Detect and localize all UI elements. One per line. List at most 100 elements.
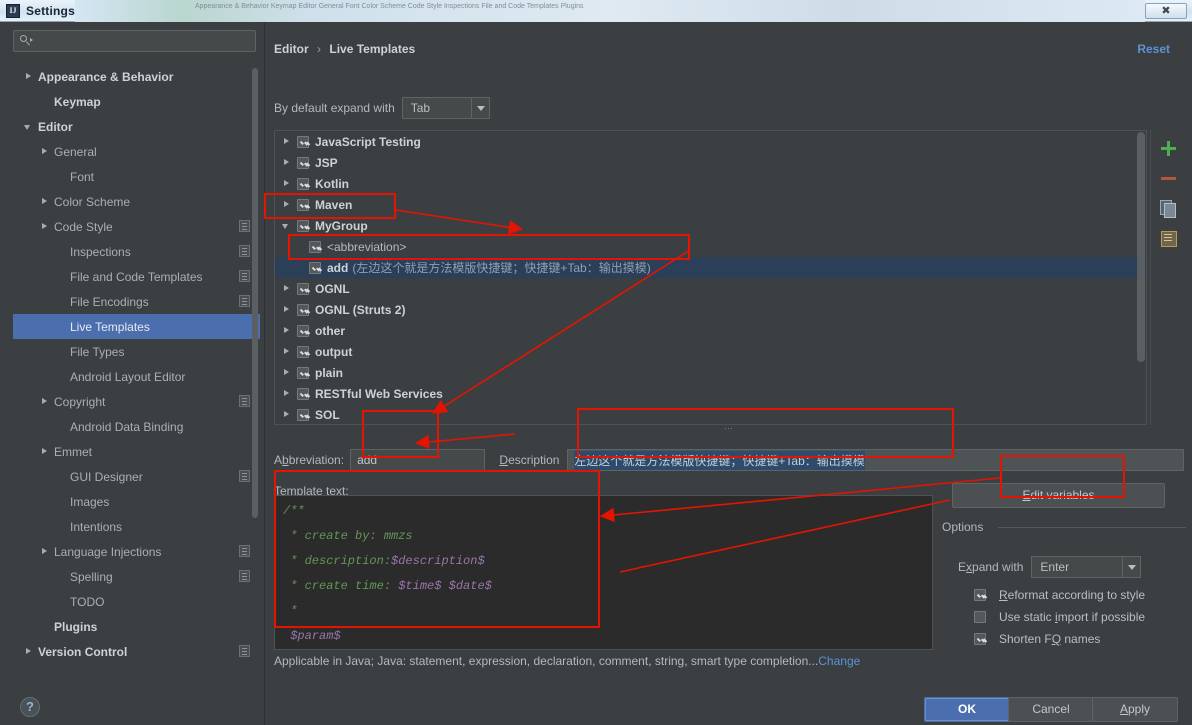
template-enabled-checkbox[interactable] [297, 324, 309, 337]
chevron-down-icon[interactable] [470, 98, 489, 118]
search-input[interactable] [13, 30, 256, 52]
live-templates-rows[interactable]: JavaScript Testing JSP Kotlin Maven MyGroup <… [275, 131, 1146, 424]
live-templates-list[interactable]: JavaScript Testing JSP Kotlin Maven MyGroup <… [274, 130, 1147, 425]
list-scrollbar-thumb[interactable] [1137, 132, 1145, 362]
option-reformat[interactable]: Reformat according to style [974, 588, 1145, 602]
chevron-right-icon[interactable] [281, 136, 293, 148]
chevron-down-icon[interactable] [281, 220, 293, 232]
chevron-right-icon[interactable] [281, 346, 293, 358]
default-expand-select[interactable]: Tab [401, 97, 490, 119]
option-reformat-checkbox[interactable] [974, 589, 986, 601]
template-row[interactable]: add (左边这个就是方法模版快捷键；快捷键+Tab：输出摸模) [275, 257, 1146, 278]
chevron-right-icon[interactable] [39, 221, 51, 233]
plus-icon[interactable] [1158, 138, 1178, 158]
sidebar-item-file-types[interactable]: File Types [13, 339, 260, 364]
chevron-right-icon[interactable] [281, 304, 293, 316]
template-enabled-checkbox[interactable] [297, 366, 309, 379]
sidebar-item-language-injections[interactable]: Language Injections [13, 539, 260, 564]
template-enabled-checkbox[interactable] [297, 135, 309, 148]
template-row[interactable]: RESTful Web Services [275, 383, 1146, 404]
ok-button[interactable]: OK [924, 697, 1010, 722]
reset-link[interactable]: Reset [1137, 42, 1170, 56]
template-enabled-checkbox[interactable] [297, 303, 309, 316]
template-row[interactable]: JavaScript Testing [275, 131, 1146, 152]
chevron-down-icon[interactable] [1122, 557, 1141, 577]
sidebar-item-live-templates[interactable]: Live Templates [13, 314, 260, 339]
template-row[interactable]: OGNL (Struts 2) [275, 299, 1146, 320]
settings-category-tree[interactable]: Appearance & Behavior Keymap Editor General… [13, 64, 260, 664]
minus-icon[interactable] [1158, 168, 1178, 188]
abbreviation-input[interactable]: add [350, 449, 486, 471]
template-enabled-checkbox[interactable] [297, 345, 309, 358]
chevron-right-icon[interactable] [281, 283, 293, 295]
template-enabled-checkbox[interactable] [297, 156, 309, 169]
sidebar-item-keymap[interactable]: Keymap [13, 89, 260, 114]
sidebar-scrollbar[interactable] [252, 68, 258, 628]
sidebar-item-plugins[interactable]: Plugins [13, 614, 260, 639]
template-row[interactable]: Kotlin [275, 173, 1146, 194]
sidebar-item-android-data-binding[interactable]: Android Data Binding [13, 414, 260, 439]
template-row[interactable]: plain [275, 362, 1146, 383]
sidebar-item-file-encodings[interactable]: File Encodings [13, 289, 260, 314]
sidebar-item-images[interactable]: Images [13, 489, 260, 514]
sidebar-item-android-layout-editor[interactable]: Android Layout Editor [13, 364, 260, 389]
sidebar-scrollbar-thumb[interactable] [252, 68, 258, 518]
expand-with-select[interactable]: Enter [1031, 556, 1142, 578]
template-row[interactable]: output [275, 341, 1146, 362]
chevron-right-icon[interactable] [39, 446, 51, 458]
sidebar-item-emmet[interactable]: Emmet [13, 439, 260, 464]
chevron-down-icon[interactable] [23, 121, 35, 133]
description-input[interactable]: 左边这个就是方法模版快捷键；快捷键+Tab：输出摸模 [567, 449, 1184, 471]
template-text-editor[interactable]: /** * create by: mmzs * description:$des… [274, 495, 933, 650]
chevron-right-icon[interactable] [281, 367, 293, 379]
template-row[interactable]: OGNL [275, 278, 1146, 299]
chevron-right-icon[interactable] [39, 146, 51, 158]
option-shorten-fq[interactable]: Shorten FQ names [974, 632, 1100, 646]
sidebar-item-editor[interactable]: Editor [13, 114, 260, 139]
chevron-right-icon[interactable] [281, 325, 293, 337]
sidebar-item-appearance-behavior[interactable]: Appearance & Behavior [13, 64, 260, 89]
template-row[interactable]: JSP [275, 152, 1146, 173]
list-scrollbar[interactable] [1137, 132, 1145, 412]
list-icon[interactable] [1158, 228, 1178, 248]
sidebar-item-gui-designer[interactable]: GUI Designer [13, 464, 260, 489]
template-row[interactable]: SOL [275, 404, 1146, 424]
chevron-right-icon[interactable] [39, 546, 51, 558]
template-enabled-checkbox[interactable] [297, 177, 309, 190]
option-shorten-fq-checkbox[interactable] [974, 633, 986, 645]
template-enabled-checkbox[interactable] [309, 261, 321, 274]
template-enabled-checkbox[interactable] [297, 282, 309, 295]
template-enabled-checkbox[interactable] [297, 387, 309, 400]
chevron-right-icon[interactable] [39, 196, 51, 208]
template-row[interactable]: Maven [275, 194, 1146, 215]
chevron-right-icon[interactable] [281, 388, 293, 400]
copy-icon[interactable] [1158, 198, 1178, 218]
option-static-import-checkbox[interactable] [974, 611, 986, 623]
breadcrumb-parent[interactable]: Editor [274, 42, 309, 56]
template-row[interactable]: MyGroup [275, 215, 1146, 236]
sidebar-item-copyright[interactable]: Copyright [13, 389, 260, 414]
chevron-right-icon[interactable] [281, 409, 293, 421]
chevron-right-icon[interactable] [23, 71, 35, 83]
template-row[interactable]: other [275, 320, 1146, 341]
chevron-right-icon[interactable] [281, 199, 293, 211]
sidebar-item-code-style[interactable]: Code Style [13, 214, 260, 239]
template-enabled-checkbox[interactable] [297, 408, 309, 421]
close-icon[interactable]: ✖ [1145, 2, 1187, 19]
sidebar-item-file-and-code-templates[interactable]: File and Code Templates [13, 264, 260, 289]
sidebar-item-spelling[interactable]: Spelling [13, 564, 260, 589]
chevron-right-icon[interactable] [39, 396, 51, 408]
chevron-right-icon[interactable] [23, 646, 35, 658]
sidebar-item-color-scheme[interactable]: Color Scheme [13, 189, 260, 214]
template-row[interactable]: <abbreviation> [275, 236, 1146, 257]
chevron-right-icon[interactable] [281, 178, 293, 190]
apply-button[interactable]: Apply [1092, 697, 1178, 722]
sidebar-item-todo[interactable]: TODO [13, 589, 260, 614]
panel-divider[interactable] [264, 22, 265, 725]
sidebar-item-general[interactable]: General [13, 139, 260, 164]
cancel-button[interactable]: Cancel [1008, 697, 1094, 722]
sidebar-item-version-control[interactable]: Version Control [13, 639, 260, 664]
template-enabled-checkbox[interactable] [297, 219, 309, 232]
horizontal-splitter[interactable]: ⋯ [274, 424, 1184, 433]
template-enabled-checkbox[interactable] [309, 240, 321, 253]
